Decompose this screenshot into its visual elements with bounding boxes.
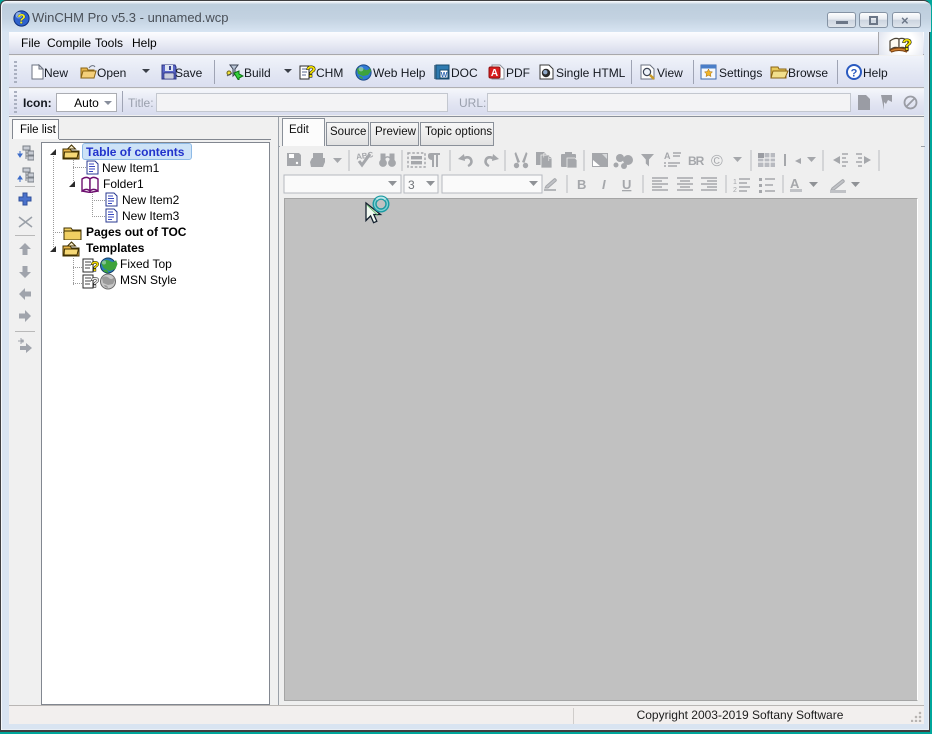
- svg-text:?: ?: [91, 274, 100, 290]
- svg-text:2: 2: [733, 187, 737, 194]
- svg-text:B: B: [577, 177, 586, 192]
- svg-text:A: A: [790, 176, 800, 191]
- svg-text:?: ?: [851, 68, 858, 80]
- svg-text:I: I: [602, 177, 606, 192]
- svg-text:1: 1: [733, 179, 737, 186]
- svg-text:3: 3: [408, 178, 415, 192]
- svg-text:?: ?: [902, 37, 912, 54]
- svg-text:U: U: [622, 177, 631, 192]
- svg-text:F: F: [543, 154, 547, 160]
- svg-text:A: A: [491, 68, 498, 79]
- svg-text:?: ?: [306, 64, 316, 81]
- svg-text:BR: BR: [688, 154, 705, 168]
- svg-text:A: A: [664, 151, 671, 161]
- svg-text:©: ©: [711, 153, 723, 170]
- svg-text:W: W: [441, 72, 448, 79]
- svg-text:F: F: [548, 157, 552, 163]
- svg-text:?: ?: [17, 11, 26, 27]
- svg-text:?: ?: [91, 258, 100, 274]
